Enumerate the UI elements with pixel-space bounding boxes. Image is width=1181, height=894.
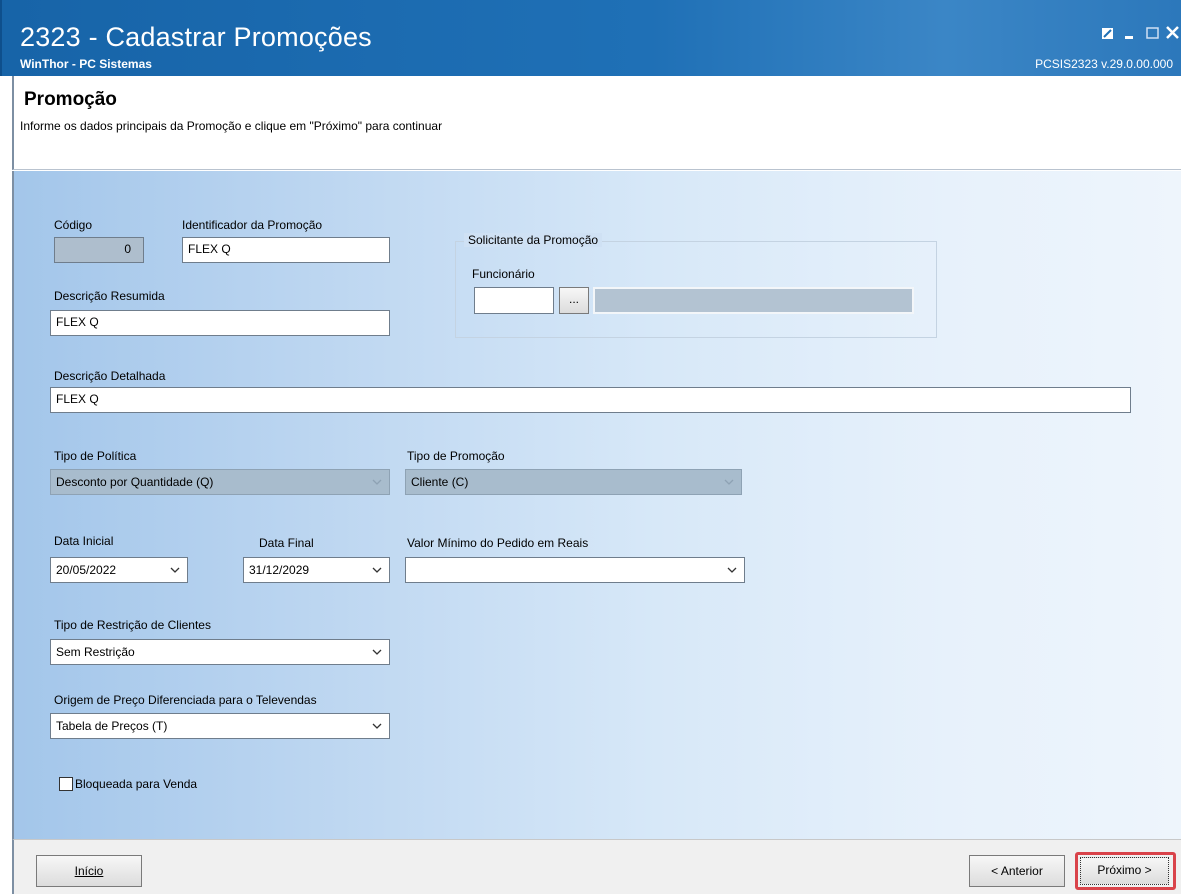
data-final-label: Data Final — [259, 536, 314, 550]
origem-preco-select[interactable]: Tabela de Preços (T) — [50, 713, 390, 739]
proximo-button[interactable]: Próximo > — [1080, 857, 1169, 885]
chevron-down-icon[interactable] — [371, 564, 383, 576]
codigo-field: 0 — [54, 237, 144, 263]
bloqueada-checkbox[interactable] — [59, 777, 73, 791]
valor-minimo-select[interactable] — [405, 557, 745, 583]
data-inicial-value: 20/05/2022 — [56, 563, 117, 577]
form-area: Código 0 Identificador da Promoção FLEX … — [12, 171, 1181, 860]
funcionario-label: Funcionário — [472, 267, 535, 281]
tipo-promocao-select: Cliente (C) — [405, 469, 742, 495]
chevron-down-icon[interactable] — [726, 564, 738, 576]
tipo-promocao-value: Cliente (C) — [411, 475, 469, 489]
tipo-politica-value: Desconto por Quantidade (Q) — [56, 475, 214, 489]
chevron-down-icon[interactable] — [371, 720, 383, 732]
data-inicial-label: Data Inicial — [54, 534, 114, 548]
codigo-label: Código — [54, 218, 93, 232]
chevron-down-icon[interactable] — [169, 564, 181, 576]
proximo-highlight: Próximo > — [1075, 852, 1176, 890]
tipo-promocao-label: Tipo de Promoção — [407, 449, 505, 463]
inicio-button[interactable]: Início — [36, 855, 142, 887]
descricao-resumida-input[interactable]: FLEX Q — [50, 310, 390, 336]
tipo-restricao-select[interactable]: Sem Restrição — [50, 639, 390, 665]
tipo-politica-label: Tipo de Política — [54, 449, 137, 463]
page-description: Informe os dados principais da Promoção … — [20, 119, 443, 133]
origem-preco-label: Origem de Preço Diferenciada para o Tele… — [54, 693, 317, 707]
bloqueada-label: Bloqueada para Venda — [75, 777, 198, 791]
valor-minimo-label: Valor Mínimo do Pedido em Reais — [407, 536, 589, 550]
maximize-icon[interactable] — [1142, 22, 1164, 44]
origem-preco-value: Tabela de Preços (T) — [56, 719, 168, 733]
data-final-picker[interactable]: 31/12/2029 — [243, 557, 390, 583]
tipo-restricao-label: Tipo de Restrição de Clientes — [54, 618, 211, 632]
funcionario-code-input[interactable] — [474, 287, 554, 314]
data-final-value: 31/12/2029 — [249, 563, 310, 577]
header-panel: Promoção Informe os dados principais da … — [12, 76, 1181, 170]
descricao-detalhada-input[interactable]: FLEX Q — [50, 387, 1131, 413]
title-bar: 2323 - Cadastrar Promoções WinThor - PC … — [0, 0, 1181, 76]
minimize-icon[interactable] — [1119, 22, 1141, 44]
window-subtitle: WinThor - PC Sistemas — [20, 57, 152, 71]
identificador-label: Identificador da Promoção — [182, 218, 323, 232]
descricao-resumida-label: Descrição Resumida — [54, 289, 165, 303]
descricao-detalhada-label: Descrição Detalhada — [54, 369, 166, 383]
footer-bar: Início < Anterior Próximo > — [12, 839, 1181, 894]
window-title: 2323 - Cadastrar Promoções — [20, 22, 372, 52]
data-inicial-picker[interactable]: 20/05/2022 — [50, 557, 188, 583]
solicitante-legend: Solicitante da Promoção — [464, 233, 603, 247]
anterior-button[interactable]: < Anterior — [969, 855, 1065, 887]
chevron-down-icon[interactable] — [371, 646, 383, 658]
funcionario-name-field — [593, 287, 914, 314]
close-icon[interactable] — [1162, 22, 1181, 44]
version-label: PCSIS2323 v.29.0.00.000 — [1035, 57, 1173, 71]
tipo-politica-select: Desconto por Quantidade (Q) — [50, 469, 390, 495]
identificador-input[interactable]: FLEX Q — [182, 237, 390, 263]
chevron-down-icon — [372, 479, 382, 485]
tipo-restricao-value: Sem Restrição — [56, 645, 135, 659]
page-title: Promoção — [24, 89, 117, 110]
chevron-down-icon — [724, 479, 734, 485]
restore-icon[interactable] — [1097, 22, 1119, 44]
funcionario-lookup-button[interactable]: ... — [559, 287, 589, 314]
